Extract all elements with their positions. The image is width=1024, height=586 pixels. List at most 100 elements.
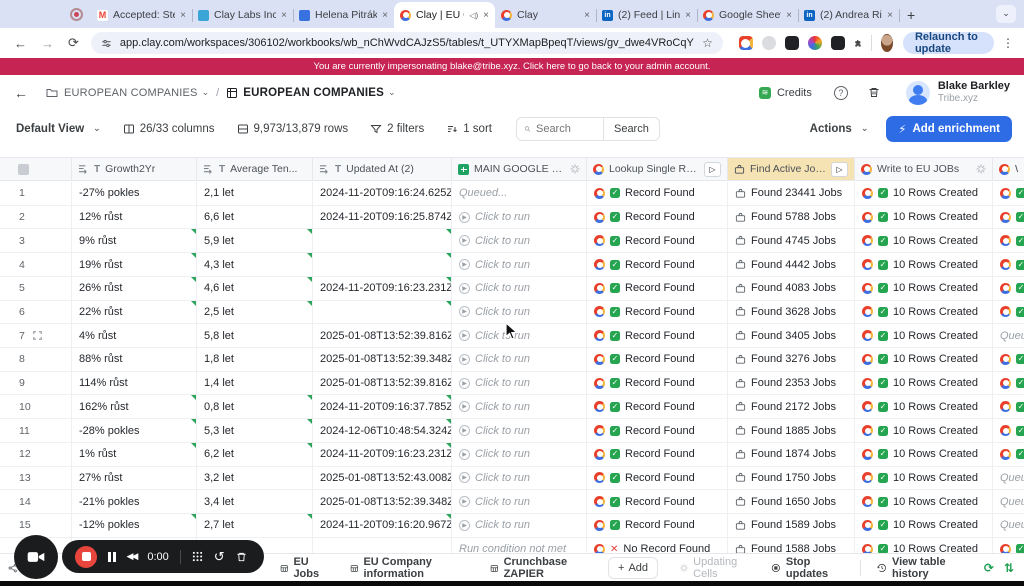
run-column-button[interactable]: ▷ (704, 161, 721, 177)
cell-average-tenure[interactable]: 3,2 let (197, 466, 313, 490)
cell-clipped[interactable]: ✓ (993, 443, 1024, 466)
column-header-write-to-eu-jobs[interactable]: Write to EU JOBs (855, 158, 993, 180)
cell-average-tenure[interactable]: 2,7 let (197, 514, 313, 537)
cell-average-tenure[interactable]: 2,1 let (197, 182, 313, 205)
view-table-history-button[interactable]: View table history (877, 556, 968, 580)
extensions-puzzle-icon[interactable] (854, 37, 863, 50)
browser-tab-sheets[interactable]: Google Sheets × (697, 2, 799, 28)
chevron-down-icon[interactable]: ⌄ (388, 87, 396, 98)
breadcrumb-workspace[interactable]: EUROPEAN COMPANIES (64, 87, 198, 99)
cell-write-to-eu-jobs[interactable]: ✓ 10 Rows Created (855, 276, 993, 300)
columns-button[interactable]: 26/33 columns (123, 123, 215, 135)
column-header-find-active-jobs[interactable]: Find Active Job Op.. ▷ (728, 158, 855, 180)
cell-clipped[interactable]: ✓ (993, 395, 1024, 418)
relaunch-button[interactable]: Relaunch to update (902, 31, 994, 55)
cell-updated-at[interactable]: 2025-01-08T13:52:43.008Z (313, 466, 452, 490)
close-icon[interactable]: × (483, 10, 489, 21)
cell-updated-at[interactable] (313, 300, 452, 324)
cell-average-tenure[interactable]: 4,3 let (197, 253, 313, 276)
cell-average-tenure[interactable]: 5,9 let (197, 229, 313, 253)
cell-clipped[interactable]: Queued... (993, 324, 1024, 347)
cell-average-tenure[interactable]: 5,8 let (197, 324, 313, 348)
row-number[interactable]: 7 (0, 324, 72, 348)
close-icon[interactable]: × (786, 10, 792, 21)
cell-average-tenure[interactable]: 1,8 let (197, 348, 313, 371)
cell-updated-at[interactable]: 2024-11-20T09:16:20.967Z (313, 514, 452, 537)
column-header-lookup-single-row[interactable]: Lookup Single Row .. ▷ (587, 158, 728, 180)
cell-find-active-jobs[interactable]: Found 2353 Jobs (728, 371, 855, 395)
cell-average-tenure[interactable]: 6,6 let (197, 205, 313, 229)
footer-tab-crunchbase-zapier[interactable]: Crunchbase ZAPIER (490, 556, 588, 580)
cell-clipped[interactable]: ✓ (993, 182, 1024, 205)
cell-find-active-jobs[interactable]: Found 3628 Jobs (728, 300, 855, 324)
lock-extension-icon[interactable] (761, 36, 776, 50)
cell-growth2yr[interactable]: 22% růst (72, 300, 197, 324)
cell-clipped[interactable]: ✓ (993, 348, 1024, 371)
cell-find-active-jobs[interactable]: Found 23441 Jobs (728, 182, 855, 205)
add-enrichment-button[interactable]: ⚡ Add enrichment (886, 115, 1012, 142)
row-number[interactable]: 13 (0, 466, 72, 490)
cell-lookup-single-row[interactable]: ✓ Record Found (587, 182, 728, 205)
cell-average-tenure[interactable]: 3,4 let (197, 490, 313, 514)
tab-search-button[interactable]: ⌄ (996, 5, 1016, 23)
cell-clipped[interactable]: ✓ (993, 277, 1024, 300)
url-text[interactable]: app.clay.com/workspaces/306102/workbooks… (120, 37, 694, 49)
view-selector[interactable]: Default View ⌄ (16, 123, 101, 135)
cell-growth2yr[interactable]: 27% růst (72, 466, 197, 490)
close-icon[interactable]: × (887, 10, 893, 21)
cell-find-active-jobs[interactable]: Found 1750 Jobs (728, 466, 855, 490)
cell-google-sheet[interactable]: ▶ Click to run (452, 348, 587, 371)
cell-average-tenure[interactable]: 2,5 let (197, 300, 313, 324)
forward-icon[interactable]: → (41, 36, 54, 51)
browser-tab-helena[interactable]: Helena Pitráko × (293, 2, 395, 28)
row-number[interactable]: 2 (0, 205, 72, 229)
cell-google-sheet[interactable]: Run condition not met (452, 537, 587, 554)
recording-indicator-icon[interactable] (70, 8, 83, 21)
search-input[interactable] (535, 122, 596, 135)
cell-growth2yr[interactable]: 12% růst (72, 205, 197, 229)
search-box[interactable] (515, 116, 604, 141)
cell-find-active-jobs[interactable]: Found 5788 Jobs (728, 205, 855, 229)
cell-updated-at[interactable] (313, 253, 452, 276)
cell-growth2yr[interactable]: 9% růst (72, 229, 197, 253)
cell-clipped[interactable]: Queued... (993, 490, 1024, 513)
cell-write-to-eu-jobs[interactable]: ✓ 10 Rows Created (855, 300, 993, 324)
extension-icon[interactable] (830, 36, 845, 50)
new-tab-button[interactable]: + (907, 7, 915, 23)
row-number[interactable]: 11 (0, 419, 72, 442)
cell-google-sheet[interactable]: ▶ Click to run (452, 253, 587, 276)
rewind-button[interactable]: ◀◀ (127, 551, 139, 562)
trash-icon[interactable] (236, 551, 247, 563)
header-select-all[interactable] (0, 158, 72, 180)
help-icon[interactable]: ? (833, 85, 848, 100)
cell-write-to-eu-jobs[interactable]: ✓ 10 Rows Created (855, 395, 993, 419)
column-header-growth2yr[interactable]: T Growth2Yr (72, 158, 197, 180)
footer-tab-eu-company-info[interactable]: EU Company information (350, 556, 468, 580)
cell-write-to-eu-jobs[interactable]: ✓ 10 Rows Created (855, 442, 993, 466)
drag-dots-icon[interactable] (192, 551, 203, 562)
expand-rows-icon[interactable]: ⇅ (1004, 561, 1014, 575)
site-settings-icon[interactable] (101, 38, 112, 49)
cell-updated-at[interactable]: 2024-12-06T10:48:54.324Z (313, 419, 452, 442)
row-number[interactable]: 10 (0, 395, 72, 419)
cell-write-to-eu-jobs[interactable]: ✓ 10 Rows Created (855, 324, 993, 348)
cell-google-sheet[interactable]: ▶ Click to run (452, 371, 587, 395)
back-icon[interactable]: ← (14, 36, 27, 51)
cell-clipped[interactable]: Queued... (993, 514, 1024, 537)
cell-google-sheet[interactable]: ▶ Click to run (452, 466, 587, 490)
column-header-google-sheet[interactable]: MAIN GOOGLE SHE... (452, 158, 587, 180)
cell-write-to-eu-jobs[interactable]: ✓ 10 Rows Created (855, 229, 993, 253)
cell-lookup-single-row[interactable]: ✓ Record Found (587, 371, 728, 395)
cell-write-to-eu-jobs[interactable]: ✓ 10 Rows Created (855, 537, 993, 554)
cell-average-tenure[interactable]: 0,8 let (197, 395, 313, 419)
cell-lookup-single-row[interactable]: ✕ No Record Found (587, 537, 728, 554)
cell-lookup-single-row[interactable]: ✓ Record Found (587, 205, 728, 229)
breadcrumb-table[interactable]: EUROPEAN COMPANIES (243, 87, 384, 99)
cell-write-to-eu-jobs[interactable]: ✓ 10 Rows Created (855, 205, 993, 229)
stop-updates-button[interactable]: Stop updates (771, 556, 842, 580)
cell-google-sheet[interactable]: ▶ Click to run (452, 300, 587, 324)
cell-growth2yr[interactable]: 114% růst (72, 371, 197, 395)
cell-google-sheet[interactable]: ▶ Click to run (452, 229, 587, 253)
browser-tab-active[interactable]: Clay | EU C ◁) × (394, 2, 495, 28)
close-icon[interactable]: × (382, 10, 388, 21)
